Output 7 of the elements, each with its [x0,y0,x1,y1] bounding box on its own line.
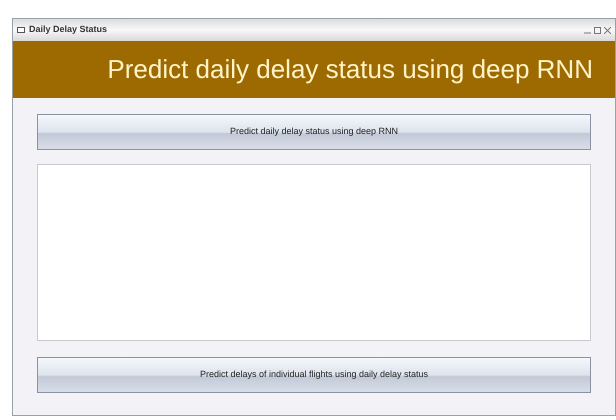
window-title: Daily Delay Status [29,23,108,36]
action-button[interactable]: Predict daily delay status using deep RNN [37,114,591,150]
maximize-icon[interactable] [594,26,601,34]
window-icon [17,27,25,33]
action-button[interactable]: Predict delays of individual flights using daily delay status [37,357,591,393]
header-title: Predict daily delay status using deep RNN [107,53,593,86]
close-icon[interactable] [604,26,611,34]
